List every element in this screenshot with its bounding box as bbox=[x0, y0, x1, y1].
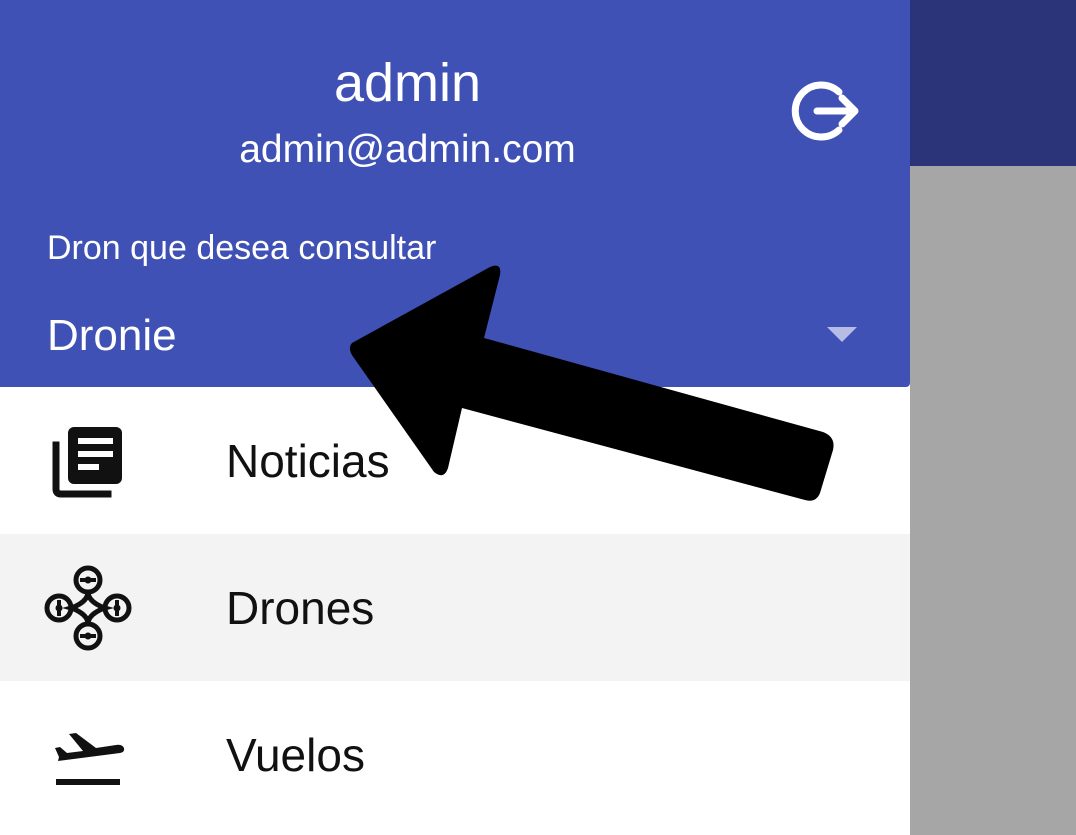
navigation-drawer: admin admin@admin.com Dron que desea con… bbox=[0, 0, 910, 835]
user-name: admin bbox=[333, 53, 482, 113]
logout-icon bbox=[791, 81, 859, 141]
newspaper-icon bbox=[44, 419, 132, 503]
drone-icon bbox=[44, 565, 132, 651]
dropdown-arrow-icon bbox=[827, 327, 857, 342]
logout-button[interactable] bbox=[789, 74, 865, 148]
nav-item-drones[interactable]: Drones bbox=[0, 534, 910, 681]
user-email: admin@admin.com bbox=[239, 128, 576, 171]
drawer-header: admin admin@admin.com Dron que desea con… bbox=[0, 0, 910, 387]
drone-select[interactable]: Dronie bbox=[47, 304, 859, 368]
drone-select-value: Dronie bbox=[47, 311, 177, 360]
flight-takeoff-icon bbox=[44, 713, 132, 797]
nav-item-vuelos[interactable]: Vuelos bbox=[0, 681, 910, 828]
nav-item-label: Drones bbox=[226, 581, 375, 634]
nav-item-noticias[interactable]: Noticias bbox=[0, 387, 910, 534]
drone-select-label: Dron que desea consultar bbox=[47, 229, 437, 267]
nav-item-label: Noticias bbox=[226, 434, 390, 487]
nav-item-label: Vuelos bbox=[226, 728, 365, 781]
